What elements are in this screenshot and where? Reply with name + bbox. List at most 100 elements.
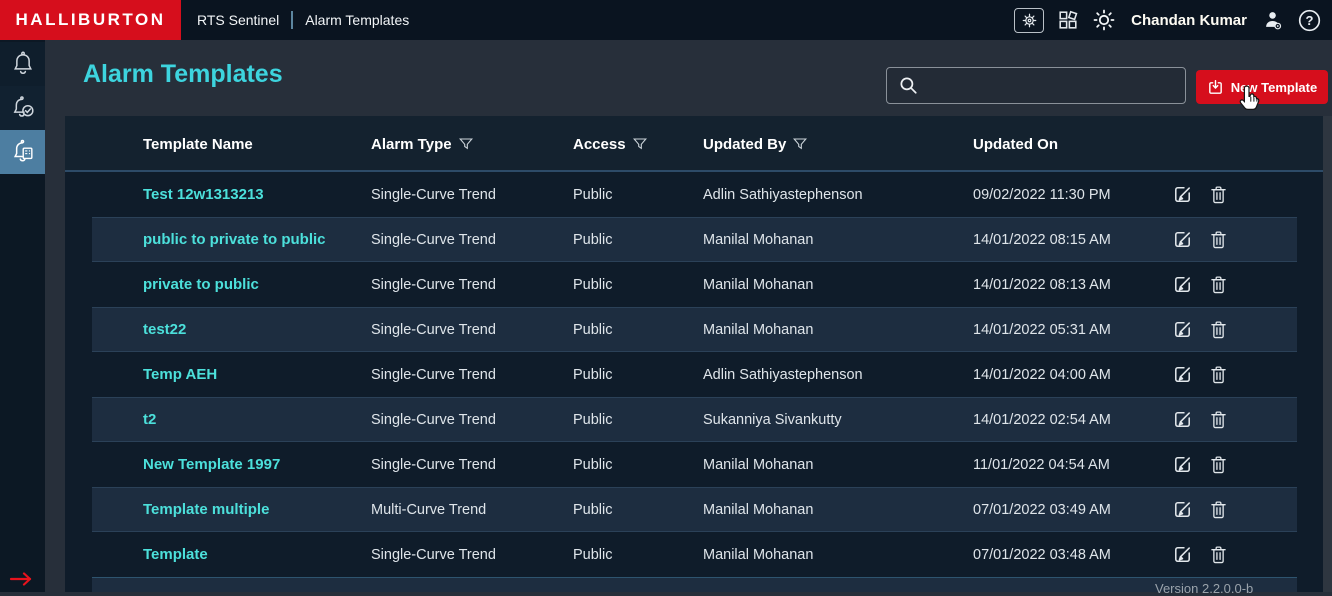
- edit-template-button[interactable]: [1171, 228, 1194, 251]
- table-body: Test 12w1313213 Single-Curve Trend Publi…: [65, 172, 1325, 592]
- template-name-link[interactable]: public to private to public: [143, 231, 326, 248]
- filter-icon[interactable]: [459, 138, 473, 151]
- alarm-type-cell: Single-Curve Trend: [371, 277, 573, 293]
- updated-by-cell: Manilal Mohanan: [703, 322, 973, 338]
- updated-on-cell: 14/01/2022 05:31 AM: [973, 322, 1165, 338]
- table-row-partial: [92, 577, 1297, 592]
- table-header: Template Name Alarm Type Access Updated …: [65, 116, 1325, 172]
- sidebar-expand-button[interactable]: [9, 572, 35, 591]
- settings-button[interactable]: [1014, 8, 1044, 33]
- user-profile-button[interactable]: [1262, 8, 1284, 32]
- sidebar-item-alarm-templates[interactable]: [0, 130, 45, 174]
- edit-template-button[interactable]: [1171, 498, 1194, 521]
- edit-icon: [1171, 543, 1194, 566]
- new-template-button[interactable]: New Template: [1196, 70, 1328, 104]
- templates-table: Template Name Alarm Type Access Updated …: [65, 116, 1325, 592]
- template-name-link[interactable]: test22: [143, 321, 186, 338]
- app-name[interactable]: RTS Sentinel: [197, 12, 279, 28]
- updated-by-cell: Manilal Mohanan: [703, 547, 973, 563]
- edit-icon: [1171, 408, 1194, 431]
- access-cell: Public: [573, 412, 703, 428]
- top-bar: HALLIBURTON RTS Sentinel Alarm Templates: [0, 0, 1332, 40]
- updated-on-cell: 07/01/2022 03:48 AM: [973, 547, 1165, 563]
- trash-icon: [1208, 318, 1229, 341]
- delete-template-button[interactable]: [1208, 318, 1229, 341]
- table-row: Template Single-Curve Trend Public Manil…: [92, 532, 1297, 577]
- alarm-type-cell: Single-Curve Trend: [371, 322, 573, 338]
- filter-icon[interactable]: [633, 138, 647, 151]
- access-cell: Public: [573, 457, 703, 473]
- updated-on-cell: 11/01/2022 04:54 AM: [973, 457, 1165, 473]
- help-button[interactable]: ?: [1297, 8, 1322, 33]
- access-cell: Public: [573, 502, 703, 518]
- edit-icon: [1171, 183, 1194, 206]
- access-cell: Public: [573, 232, 703, 248]
- alarm-type-cell: Multi-Curve Trend: [371, 502, 573, 518]
- delete-template-button[interactable]: [1208, 363, 1229, 386]
- template-name-link[interactable]: Temp AEH: [143, 366, 217, 383]
- vertical-scrollbar[interactable]: [1323, 116, 1332, 592]
- delete-template-button[interactable]: [1208, 408, 1229, 431]
- search-icon: [898, 75, 919, 96]
- template-name-link[interactable]: Test 12w1313213: [143, 186, 264, 203]
- template-name-link[interactable]: private to public: [143, 276, 259, 293]
- column-header-access[interactable]: Access: [573, 136, 703, 153]
- edit-template-button[interactable]: [1171, 453, 1194, 476]
- alarm-type-cell: Single-Curve Trend: [371, 547, 573, 563]
- updated-by-cell: Manilal Mohanan: [703, 277, 973, 293]
- table-row: test22 Single-Curve Trend Public Manilal…: [92, 307, 1297, 352]
- edit-template-button[interactable]: [1171, 363, 1194, 386]
- table-row: New Template 1997 Single-Curve Trend Pub…: [92, 442, 1297, 487]
- column-header-template-name[interactable]: Template Name: [92, 136, 371, 153]
- table-row: public to private to public Single-Curve…: [92, 217, 1297, 262]
- edit-icon: [1171, 453, 1194, 476]
- trash-icon: [1208, 183, 1229, 206]
- column-header-updated-by[interactable]: Updated By: [703, 136, 973, 153]
- table-row: t2 Single-Curve Trend Public Sukanniya S…: [92, 397, 1297, 442]
- updated-by-cell: Manilal Mohanan: [703, 502, 973, 518]
- column-header-alarm-type[interactable]: Alarm Type: [371, 136, 573, 153]
- template-name-link[interactable]: Template: [143, 546, 208, 563]
- updated-by-cell: Manilal Mohanan: [703, 457, 973, 473]
- trash-icon: [1208, 363, 1229, 386]
- alarm-bell-icon: [10, 50, 36, 78]
- search-box[interactable]: [886, 67, 1186, 104]
- edit-template-button[interactable]: [1171, 543, 1194, 566]
- template-name-link[interactable]: Template multiple: [143, 501, 269, 518]
- template-name-link[interactable]: t2: [143, 411, 156, 428]
- access-cell: Public: [573, 322, 703, 338]
- edit-template-button[interactable]: [1171, 273, 1194, 296]
- trash-icon: [1208, 408, 1229, 431]
- edit-template-button[interactable]: [1171, 183, 1194, 206]
- delete-template-button[interactable]: [1208, 273, 1229, 296]
- theme-brightness-button[interactable]: [1092, 8, 1116, 32]
- updated-on-cell: 14/01/2022 04:00 AM: [973, 367, 1165, 383]
- apps-grid-button[interactable]: [1057, 9, 1079, 31]
- trash-icon: [1208, 453, 1229, 476]
- alarm-type-cell: Single-Curve Trend: [371, 367, 573, 383]
- updated-by-cell: Sukanniya Sivankutty: [703, 412, 973, 428]
- delete-template-button[interactable]: [1208, 228, 1229, 251]
- delete-template-button[interactable]: [1208, 183, 1229, 206]
- sidebar-item-alarms[interactable]: [0, 42, 45, 86]
- version-label: Version 2.2.0.0-b: [1155, 581, 1253, 596]
- delete-template-button[interactable]: [1208, 453, 1229, 476]
- access-cell: Public: [573, 367, 703, 383]
- sidebar-item-alarm-acknowledge[interactable]: [0, 86, 45, 130]
- edit-template-button[interactable]: [1171, 318, 1194, 341]
- user-settings-icon: [1262, 8, 1284, 32]
- search-input[interactable]: [927, 78, 1177, 94]
- updated-on-cell: 14/01/2022 08:15 AM: [973, 232, 1165, 248]
- column-header-updated-on[interactable]: Updated On: [973, 136, 1165, 153]
- delete-template-button[interactable]: [1208, 498, 1229, 521]
- updated-by-cell: Adlin Sathiyastephenson: [703, 187, 973, 203]
- filter-icon[interactable]: [793, 138, 807, 151]
- delete-template-button[interactable]: [1208, 543, 1229, 566]
- edit-template-button[interactable]: [1171, 408, 1194, 431]
- updated-by-cell: Adlin Sathiyastephenson: [703, 367, 973, 383]
- halliburton-logo[interactable]: HALLIBURTON: [0, 0, 181, 40]
- access-cell: Public: [573, 277, 703, 293]
- template-name-link[interactable]: New Template 1997: [143, 456, 280, 473]
- edit-icon: [1171, 363, 1194, 386]
- trash-icon: [1208, 273, 1229, 296]
